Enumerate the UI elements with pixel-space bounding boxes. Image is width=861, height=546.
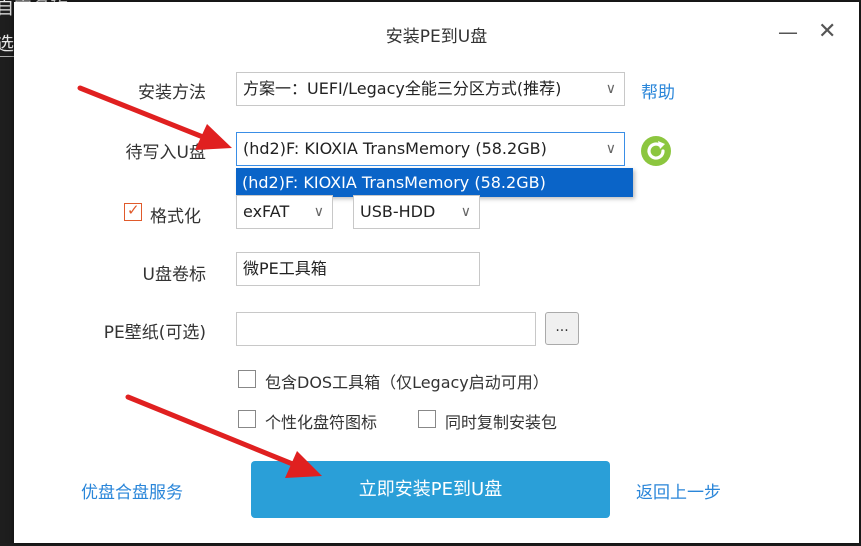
format-checkbox[interactable] [124, 201, 142, 221]
custom-icon-label: 个性化盘符图标 [265, 413, 378, 432]
format-label: 格式化 [150, 207, 201, 227]
custom-icon-checkbox[interactable] [238, 410, 256, 428]
copy-installer-checkbox[interactable] [418, 410, 436, 428]
filesystem-select[interactable]: exFAT ∨ [236, 195, 333, 229]
install-method-value: 方案一：UEFI/Legacy全能三分区方式(推荐) [243, 79, 562, 98]
install-pe-dialog: 安装PE到U盘 — ✕ 安装方法 方案一：UEFI/Legacy全能三分区方式(… [14, 2, 859, 543]
back-link[interactable]: 返回上一步 [636, 478, 721, 503]
background-text: 选 [0, 34, 14, 55]
browse-button[interactable]: ... [545, 312, 579, 345]
install-method-select[interactable]: 方案一：UEFI/Legacy全能三分区方式(推荐) ∨ [236, 72, 625, 106]
install-button[interactable]: 立即安装PE到U盘 [251, 461, 610, 518]
volume-label-label: U盘卷标 [142, 265, 206, 285]
chevron-down-icon: ∨ [313, 204, 324, 220]
wallpaper-input[interactable] [236, 312, 536, 346]
volume-label-input[interactable]: 微PE工具箱 [236, 252, 480, 286]
refresh-icon[interactable] [640, 135, 672, 167]
chevron-down-icon: ∨ [605, 141, 616, 157]
filesystem-value: exFAT [243, 202, 290, 221]
target-disk-option[interactable]: (hd2)F: KIOXIA TransMemory (58.2GB) [236, 168, 633, 197]
window-title: 安装PE到U盘 [385, 27, 488, 47]
close-button[interactable]: ✕ [818, 20, 836, 44]
usb-mode-select[interactable]: USB-HDD ∨ [353, 195, 480, 229]
copy-installer-label: 同时复制安装包 [445, 413, 558, 432]
target-disk-value: (hd2)F: KIOXIA TransMemory (58.2GB) [243, 139, 547, 158]
wallpaper-label: PE壁纸(可选) [103, 323, 206, 343]
install-method-label: 安装方法 [138, 83, 206, 103]
help-link[interactable]: 帮助 [641, 78, 675, 103]
include-dos-label: 包含DOS工具箱（仅Legacy启动可用） [265, 373, 549, 392]
include-dos-checkbox[interactable] [238, 370, 256, 388]
target-disk-select[interactable]: (hd2)F: KIOXIA TransMemory (58.2GB) ∨ [236, 132, 625, 166]
target-disk-label: 待写入U盘 [125, 143, 206, 163]
background-divider [0, 56, 14, 57]
chevron-down-icon: ∨ [460, 204, 471, 220]
minimize-button[interactable]: — [778, 20, 798, 44]
chevron-down-icon: ∨ [605, 81, 616, 97]
usb-mode-value: USB-HDD [360, 202, 436, 221]
disk-service-link[interactable]: 优盘合盘服务 [81, 478, 183, 503]
